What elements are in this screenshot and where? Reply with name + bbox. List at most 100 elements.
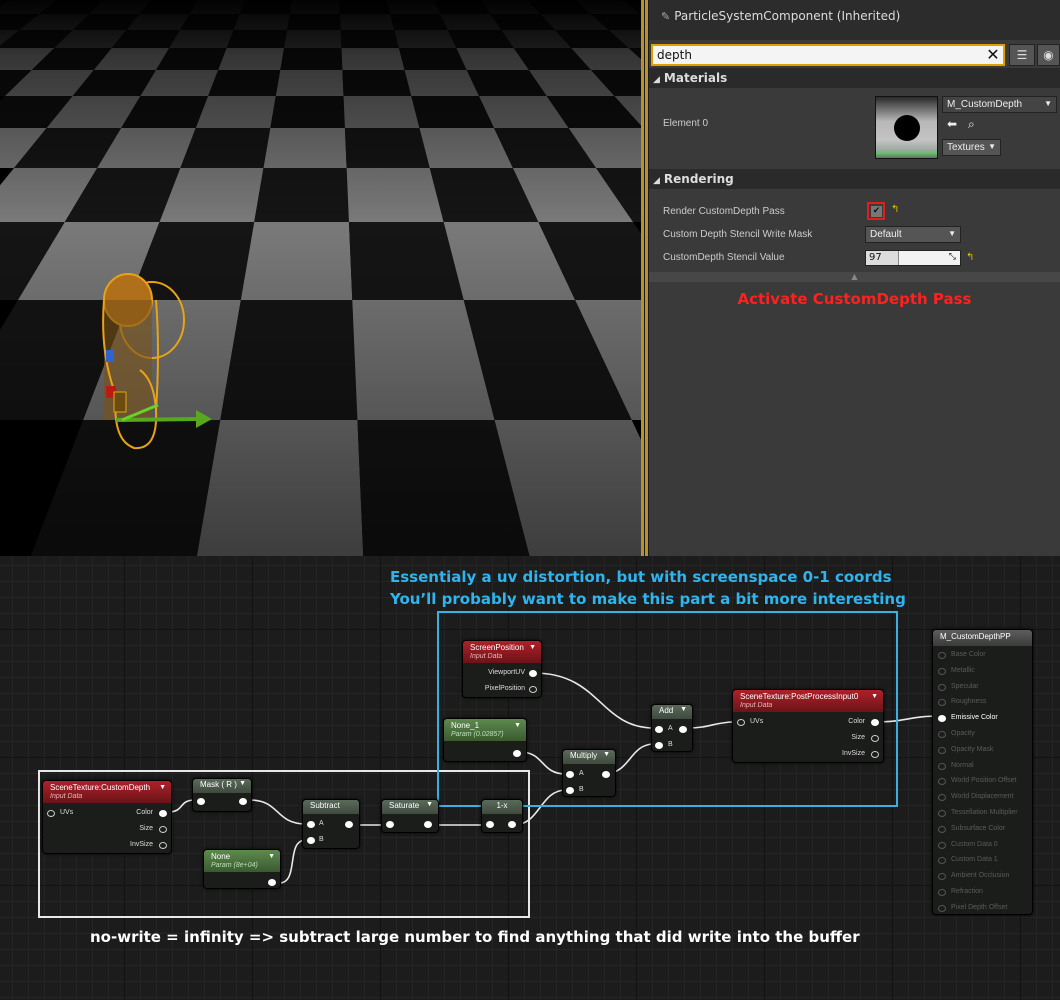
node-mask-r[interactable]: Mask ( R ) ▼ xyxy=(192,778,252,812)
output-pin[interactable] xyxy=(602,771,610,778)
property-matrix-icon[interactable]: ☰ xyxy=(1009,44,1035,66)
chevron-down-icon: ▼ xyxy=(680,706,687,713)
input-pin[interactable] xyxy=(655,726,663,733)
input-pin[interactable] xyxy=(47,810,55,817)
pin-label: InvSize xyxy=(842,750,865,757)
output-pin[interactable] xyxy=(529,670,537,677)
input-pin[interactable] xyxy=(737,719,745,726)
result-input-pin[interactable] xyxy=(938,746,946,754)
result-input-pin[interactable] xyxy=(938,794,946,802)
result-input-pin[interactable] xyxy=(938,762,946,770)
node-header: M_CustomDepthPP xyxy=(933,630,1032,646)
result-input-label: Specular xyxy=(951,682,979,690)
material-picker[interactable]: M_CustomDepth ▼ xyxy=(942,96,1057,113)
node-title: Subtract xyxy=(310,801,340,810)
chevron-down-icon: ▼ xyxy=(988,142,996,151)
node-header: Add ▼ xyxy=(652,705,692,719)
level-viewport[interactable] xyxy=(0,0,641,556)
node-scenetexture-postprocessinput0[interactable]: SceneTexture:PostProcessInput0 Input Data… xyxy=(732,689,884,763)
output-pin[interactable] xyxy=(679,726,687,733)
node-scenetexture-customdepth[interactable]: SceneTexture:CustomDepth Input Data ▼ UVs … xyxy=(42,780,172,854)
result-input-pin[interactable] xyxy=(938,873,946,881)
input-pin[interactable] xyxy=(655,742,663,749)
check-icon: ✔ xyxy=(871,206,882,217)
textures-dropdown[interactable]: Textures ▼ xyxy=(942,139,1001,156)
reset-to-default-icon[interactable]: ↰ xyxy=(891,204,899,215)
stencil-mask-dropdown[interactable]: Default ▼ xyxy=(865,226,961,243)
node-subtract[interactable]: Subtract A B xyxy=(302,799,360,849)
advanced-expander[interactable]: ▲ xyxy=(649,272,1060,282)
node-oneminus[interactable]: 1-x xyxy=(481,799,523,833)
node-subtitle: Param (8e+04) xyxy=(211,862,258,869)
output-pin[interactable] xyxy=(529,686,537,693)
result-input-pin[interactable] xyxy=(938,652,946,659)
result-input-label: Custom Data 0 xyxy=(951,840,998,848)
input-pin[interactable] xyxy=(386,821,394,828)
component-row[interactable]: ✎ ParticleSystemComponent (Inherited) xyxy=(649,0,1060,40)
result-input-pin[interactable] xyxy=(938,825,946,833)
stencil-value: 97 xyxy=(869,252,882,263)
output-pin[interactable] xyxy=(159,810,167,817)
material-thumbnail[interactable] xyxy=(875,96,938,159)
viewport-scene[interactable] xyxy=(0,0,641,556)
result-input-pin[interactable] xyxy=(938,699,946,707)
expand-up-icon: ▲ xyxy=(851,272,858,281)
result-input-pin[interactable] xyxy=(938,841,946,849)
node-title: M_CustomDepthPP xyxy=(940,632,1011,641)
node-saturate[interactable]: Saturate ▼ xyxy=(381,799,439,833)
output-pin[interactable] xyxy=(159,842,167,849)
category-materials[interactable]: ◢ Materials xyxy=(649,68,1060,88)
node-multiply[interactable]: Multiply ▼ A B xyxy=(562,749,616,797)
output-pin[interactable] xyxy=(513,750,521,757)
details-search-input[interactable]: depth xyxy=(651,44,1005,66)
result-input-pin[interactable] xyxy=(938,904,946,912)
pin-label: Size xyxy=(139,825,153,832)
clear-search-icon[interactable]: ✕ xyxy=(983,44,1003,66)
result-input-pin[interactable] xyxy=(938,683,946,691)
output-pin[interactable] xyxy=(871,751,879,758)
render-custom-depth-label: Render CustomDepth Pass xyxy=(663,206,785,217)
reset-to-default-icon[interactable]: ↰ xyxy=(966,252,974,263)
input-pin[interactable] xyxy=(566,787,574,794)
node-header: SceneTexture:PostProcessInput0 Input Data… xyxy=(733,690,883,712)
result-input-pin[interactable] xyxy=(938,715,946,723)
output-pin[interactable] xyxy=(871,719,879,726)
stencil-value-spinbox[interactable]: 97 ⤡ xyxy=(865,250,961,266)
stencil-mask-value: Default xyxy=(870,229,902,240)
result-input-pin[interactable] xyxy=(938,857,946,865)
input-pin[interactable] xyxy=(307,821,315,828)
node-material-result[interactable]: M_CustomDepthPP Base Color Metallic Specul… xyxy=(932,629,1033,915)
eye-icon[interactable]: ◉ xyxy=(1037,44,1060,66)
result-input-pin[interactable] xyxy=(938,810,946,817)
input-pin[interactable] xyxy=(486,821,494,828)
output-pin[interactable] xyxy=(239,798,247,805)
result-input-pin[interactable] xyxy=(938,667,946,675)
output-pin[interactable] xyxy=(871,735,879,742)
node-none-param[interactable]: None Param (8e+04) ▼ xyxy=(203,849,281,889)
input-pin[interactable] xyxy=(307,837,315,844)
input-pin[interactable] xyxy=(566,771,574,778)
output-pin[interactable] xyxy=(159,826,167,833)
category-rendering-label: Rendering xyxy=(663,172,734,186)
output-pin[interactable] xyxy=(268,879,276,886)
pin-icon: ✎ xyxy=(661,10,671,23)
browse-magnifier-icon[interactable]: ⌕ xyxy=(968,117,975,132)
material-graph[interactable]: Essentialy a uv distortion, but with scr… xyxy=(0,556,1060,1000)
node-none1-param[interactable]: None_1 Param (0.02857) ▼ xyxy=(443,718,527,762)
result-input-pin[interactable] xyxy=(938,778,946,786)
category-rendering[interactable]: ◢ Rendering xyxy=(649,169,1060,189)
result-input-pin[interactable] xyxy=(938,889,946,896)
node-add[interactable]: Add ▼ A B xyxy=(651,704,693,752)
node-screenposition[interactable]: ScreenPosition Input Data ▼ ViewportUV Pix… xyxy=(462,640,542,698)
output-pin[interactable] xyxy=(424,821,432,828)
input-pin[interactable] xyxy=(197,798,205,805)
pin-label: Color xyxy=(848,718,865,725)
result-input-pin[interactable] xyxy=(938,731,946,738)
use-selected-arrow-icon[interactable]: ⬅ xyxy=(947,117,957,131)
pin-label: B xyxy=(319,836,324,843)
node-header: SceneTexture:CustomDepth Input Data ▼ xyxy=(43,781,171,803)
node-title: SceneTexture:PostProcessInput0 xyxy=(740,692,859,701)
render-custom-depth-checkbox[interactable]: ✔ xyxy=(867,202,885,220)
output-pin[interactable] xyxy=(345,821,353,828)
output-pin[interactable] xyxy=(508,821,516,828)
